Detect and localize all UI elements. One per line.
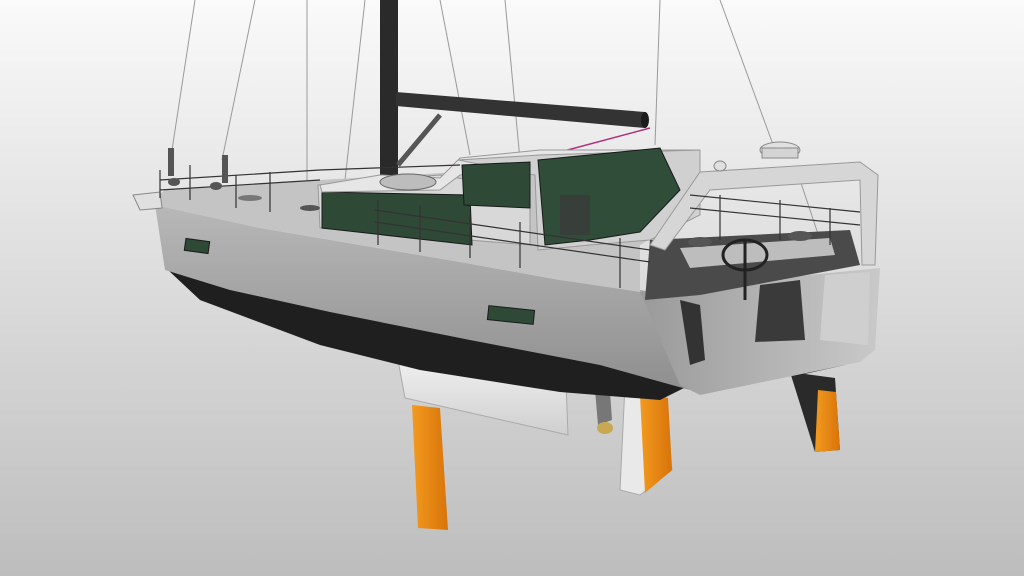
sailboat-scene bbox=[0, 0, 1024, 576]
deck-hatch bbox=[379, 173, 437, 191]
doghouse-window-side bbox=[461, 161, 531, 209]
winch bbox=[688, 237, 712, 247]
winch bbox=[788, 231, 812, 241]
mast bbox=[380, 0, 398, 185]
